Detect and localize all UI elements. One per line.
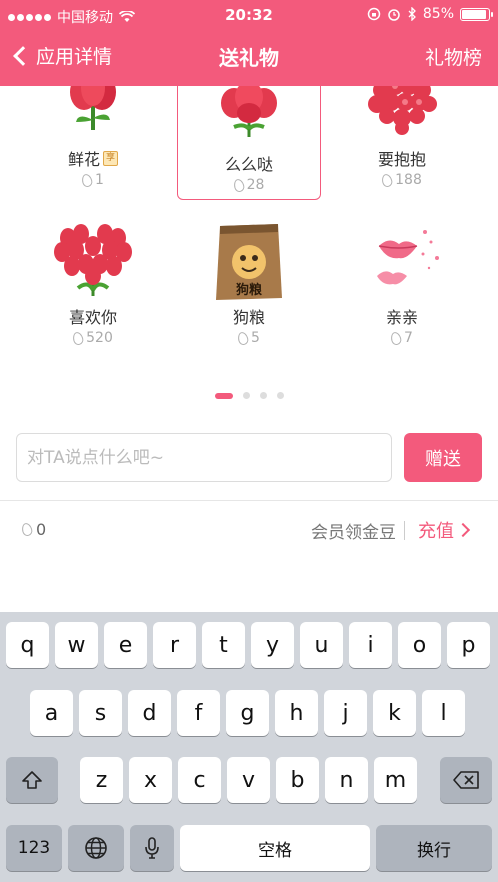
separator bbox=[404, 521, 405, 540]
gift-price: 1 bbox=[95, 172, 104, 188]
key-u[interactable]: u bbox=[300, 622, 343, 668]
key-n[interactable]: n bbox=[325, 757, 368, 803]
key-q[interactable]: q bbox=[6, 622, 49, 668]
key-x[interactable]: x bbox=[129, 757, 172, 803]
gift-name: 喜欢你 bbox=[68, 308, 117, 327]
key-z[interactable]: z bbox=[80, 757, 123, 803]
gift-price: 28 bbox=[246, 177, 265, 193]
key-h[interactable]: h bbox=[275, 690, 318, 736]
gift-name: 么么哒 bbox=[224, 155, 273, 174]
gift-name: 亲亲 bbox=[385, 308, 418, 327]
space-key[interactable]: 空格 bbox=[180, 825, 370, 871]
rotation-lock-icon bbox=[367, 7, 381, 21]
gift-item-dog-food[interactable]: 狗粮 狗粮 5 bbox=[177, 218, 321, 346]
gift-grid: 鲜花享 1 么么哒 28 要抱抱 188 喜欢你 520 狗粮 狗粮 5 亲亲 … bbox=[0, 86, 498, 376]
key-m[interactable]: m bbox=[374, 757, 417, 803]
key-o[interactable]: o bbox=[398, 622, 441, 668]
balance-value: 0 bbox=[36, 520, 47, 539]
key-y[interactable]: y bbox=[251, 622, 294, 668]
key-b[interactable]: b bbox=[276, 757, 319, 803]
send-gift-button[interactable]: 赠送 bbox=[404, 433, 482, 482]
nav-bar: 应用详情 送礼物 礼物榜 bbox=[0, 30, 498, 86]
key-t[interactable]: t bbox=[202, 622, 245, 668]
bean-icon bbox=[20, 521, 34, 538]
page-indicator[interactable] bbox=[0, 392, 498, 399]
gift-price: 188 bbox=[395, 172, 422, 188]
globe-icon bbox=[85, 837, 107, 859]
battery-icon bbox=[460, 7, 493, 21]
key-r[interactable]: r bbox=[153, 622, 196, 668]
backspace-icon bbox=[453, 771, 479, 789]
alarm-icon bbox=[388, 9, 400, 21]
bean-icon bbox=[80, 172, 94, 188]
key-g[interactable]: g bbox=[226, 690, 269, 736]
bean-icon bbox=[232, 177, 246, 193]
gift-name: 要抱抱 bbox=[377, 150, 426, 169]
page-dot[interactable] bbox=[242, 392, 250, 399]
shift-icon bbox=[22, 771, 42, 789]
bean-icon bbox=[236, 330, 250, 346]
key-i[interactable]: i bbox=[349, 622, 392, 668]
gift-item-hug[interactable]: 要抱抱 188 bbox=[330, 86, 474, 188]
return-key[interactable]: 换行 bbox=[376, 825, 492, 871]
gift-name: 狗粮 bbox=[232, 308, 265, 327]
dog-food-bag-text: 狗粮 bbox=[236, 282, 263, 298]
heart-roses-image bbox=[357, 86, 447, 140]
battery-percent: 85% bbox=[422, 6, 454, 22]
key-j[interactable]: j bbox=[324, 690, 367, 736]
flowers-image bbox=[48, 86, 138, 140]
recharge-label: 充值 bbox=[418, 521, 454, 542]
vip-gold-link[interactable]: 会员领金豆 bbox=[311, 518, 396, 543]
backspace-key[interactable] bbox=[440, 757, 492, 803]
gift-item-kiss-kiss[interactable]: 么么哒 28 bbox=[177, 86, 321, 200]
globe-key[interactable] bbox=[68, 825, 124, 871]
page-dot[interactable] bbox=[214, 392, 233, 399]
key-p[interactable]: p bbox=[447, 622, 490, 668]
page-dot[interactable] bbox=[259, 392, 267, 399]
page-dot[interactable] bbox=[276, 392, 284, 399]
gift-price: 520 bbox=[86, 330, 113, 346]
keyboard: qwertyuiop asdfghjkl zxcvbnm 123 空格 换行 bbox=[0, 612, 498, 882]
key-a[interactable]: a bbox=[30, 690, 73, 736]
gift-name: 鲜花 bbox=[67, 150, 100, 169]
status-icons: 85% bbox=[367, 6, 493, 22]
bean-balance: 0 bbox=[20, 520, 47, 539]
key-k[interactable]: k bbox=[373, 690, 416, 736]
lips-image bbox=[357, 218, 447, 298]
key-s[interactable]: s bbox=[79, 690, 122, 736]
gift-ranking-button[interactable]: 礼物榜 bbox=[425, 43, 482, 70]
bean-icon bbox=[71, 330, 85, 346]
bean-icon bbox=[380, 172, 394, 188]
key-f[interactable]: f bbox=[177, 690, 220, 736]
recharge-button[interactable]: 充值 bbox=[418, 517, 471, 543]
page-title: 送礼物 bbox=[219, 46, 279, 70]
heart-tulips-image bbox=[48, 218, 138, 298]
gift-item-flowers[interactable]: 鲜花享 1 bbox=[21, 86, 165, 188]
roses-bouquet-image bbox=[204, 86, 294, 145]
gift-item-kiss[interactable]: 亲亲 7 bbox=[330, 218, 474, 346]
vip-badge: 享 bbox=[103, 150, 118, 166]
gift-price: 5 bbox=[251, 330, 260, 346]
status-bar: 中国移动 20:32 85% bbox=[0, 0, 498, 30]
bluetooth-icon bbox=[408, 7, 416, 21]
microphone-key[interactable] bbox=[130, 825, 174, 871]
numbers-key[interactable]: 123 bbox=[6, 825, 62, 871]
chevron-right-icon bbox=[455, 522, 471, 538]
key-e[interactable]: e bbox=[104, 622, 147, 668]
message-input[interactable] bbox=[16, 433, 392, 482]
key-w[interactable]: w bbox=[55, 622, 98, 668]
key-d[interactable]: d bbox=[128, 690, 171, 736]
microphone-icon bbox=[145, 837, 159, 859]
key-l[interactable]: l bbox=[422, 690, 465, 736]
key-c[interactable]: c bbox=[178, 757, 221, 803]
key-v[interactable]: v bbox=[227, 757, 270, 803]
dog-food-bag-image: 狗粮 bbox=[204, 218, 294, 300]
gift-price: 7 bbox=[404, 330, 413, 346]
bean-icon bbox=[389, 330, 403, 346]
battery-fill bbox=[462, 9, 486, 19]
divider bbox=[0, 500, 498, 501]
shift-key[interactable] bbox=[6, 757, 58, 803]
gift-item-like-you[interactable]: 喜欢你 520 bbox=[21, 218, 165, 346]
